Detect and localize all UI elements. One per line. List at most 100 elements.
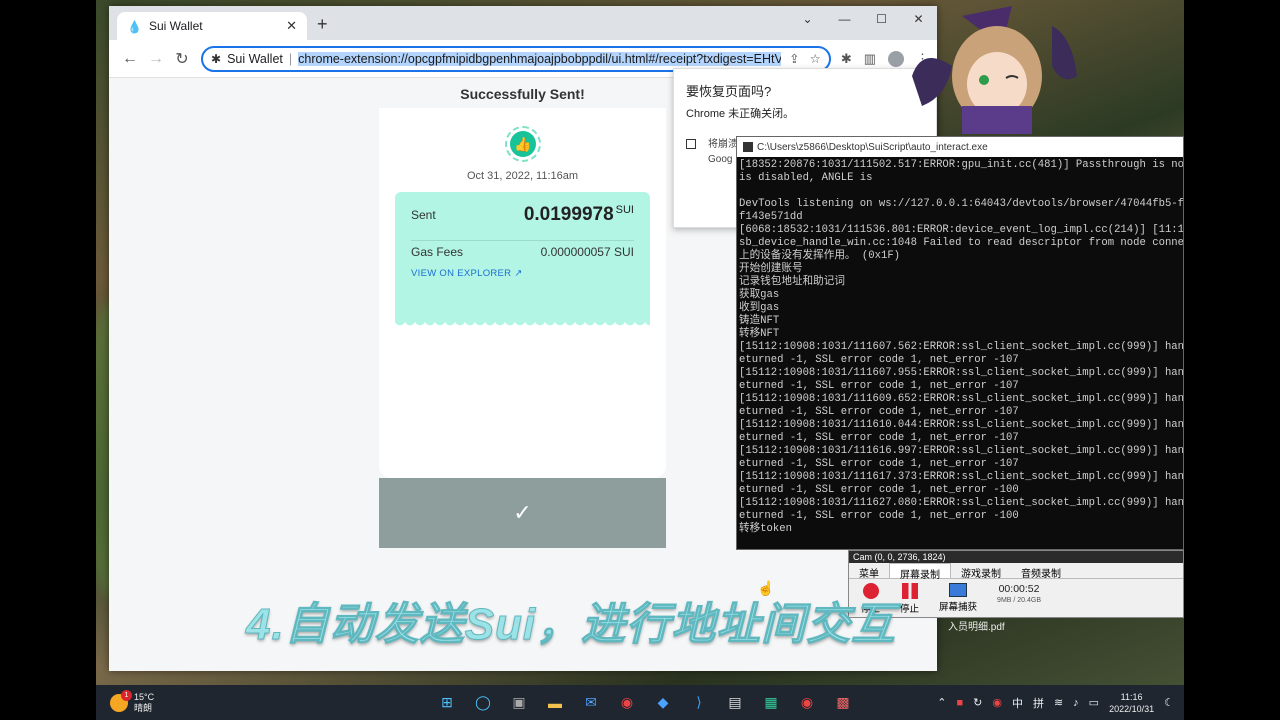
tab-title: Sui Wallet [149, 19, 203, 33]
restore-checkbox[interactable] [686, 139, 696, 149]
divider [411, 240, 634, 241]
transaction-date: Oct 31, 2022, 11:16am [466, 170, 579, 182]
gas-fees-value: 0.000000057 SUI [540, 245, 634, 259]
mouse-cursor-icon: ☝ [757, 580, 775, 596]
minimize-button[interactable]: — [826, 6, 863, 32]
page-title: Successfully Sent! [460, 86, 585, 102]
tab-game-record[interactable]: 游戏录制 [951, 563, 1011, 580]
omnibox-actions: ⇪ ☆ [781, 51, 821, 66]
console-title: C:\Users\z5866\Desktop\SuiScript\auto_in… [757, 141, 988, 153]
omnibox-site-name: Sui Wallet [227, 51, 283, 66]
desktop-file-label: 入员明细.pdf [948, 622, 1005, 633]
chrome-icon-2[interactable]: ◉ [796, 692, 818, 714]
receipt-card: 👍 Oct 31, 2022, 11:16am Sent 0.0199978 SU… [379, 108, 666, 478]
new-tab-button[interactable]: + [317, 14, 328, 35]
pause-button[interactable]: 停止 [900, 583, 919, 615]
console-output: [18352:20876:1031/111502.517:ERROR:gpu_i… [739, 159, 1183, 535]
search-icon[interactable]: ◯ [472, 692, 494, 714]
console-icon [743, 142, 753, 152]
notifications-icon[interactable]: ☾ [1164, 696, 1174, 709]
windows-start-icon[interactable]: ⊞ [436, 692, 458, 714]
chevron-up-icon[interactable]: ⌃ [937, 696, 946, 709]
recording-status: 00:00:52 9MB / 20.4GB [997, 583, 1041, 604]
mail-icon[interactable]: ✉ [580, 692, 602, 714]
taskbar: 1 15°C 晴朗 ⊞ ◯ ▣ ▬ ✉ ◉ ◆ ⟩ ▤ ▦ ◉ ▩ ⌃ ■ ↻ ◉… [96, 685, 1184, 720]
forward-arrow-icon[interactable]: → [143, 50, 169, 68]
sun-icon: 1 [110, 689, 132, 712]
temperature: 15°C [134, 691, 155, 702]
extensions-icon[interactable]: ✱ [841, 51, 852, 67]
restore-body: Chrome 未正确关闭。 [686, 108, 795, 120]
weather-widget[interactable]: 1 15°C 晴朗 [96, 689, 154, 714]
sent-unit: SUI [615, 204, 634, 216]
notification-badge: 1 [121, 689, 132, 701]
tab-menu[interactable]: 菜单 [849, 563, 889, 580]
url-text[interactable]: chrome-extension://opcgpfmipidbgpenhmajo… [298, 51, 782, 66]
close-icon[interactable]: ✕ [286, 18, 297, 34]
done-button[interactable]: ✓ [379, 478, 666, 548]
chevron-down-icon[interactable]: ⌄ [789, 6, 826, 32]
task-view-icon[interactable]: ▣ [508, 692, 530, 714]
sent-label: Sent [411, 208, 436, 222]
ime-mode-indicator[interactable]: 拼 [1033, 695, 1044, 711]
explorer-link-text: VIEW ON EXPLORER [411, 268, 512, 279]
weather-text: 15°C 晴朗 [134, 692, 154, 714]
notepad-icon[interactable]: ▦ [760, 692, 782, 714]
screen-recorder: Cam (0, 0, 2736, 1824) 菜单 屏幕录制 游戏录制 音频录制… [848, 550, 1184, 618]
clock-date: 2022/10/31 [1109, 703, 1155, 714]
terminal-icon[interactable]: ▤ [724, 692, 746, 714]
clock[interactable]: 11:16 2022/10/31 [1109, 691, 1154, 715]
external-link-icon: ↗ [514, 268, 523, 279]
puzzle-icon: ✱ [211, 51, 222, 66]
tray-app-icon[interactable]: ■ [956, 697, 963, 709]
ime-indicator[interactable]: 中 [1012, 695, 1023, 711]
tab-audio-record[interactable]: 音频录制 [1011, 563, 1071, 580]
back-arrow-icon[interactable]: ← [117, 50, 143, 68]
record-tray-icon[interactable]: ◉ [992, 696, 1002, 709]
mascot-sticker-icon [912, 6, 1077, 134]
video-caption: 4.自动发送Sui，进行地址间交互 [245, 600, 897, 650]
weather-condition: 晴朗 [134, 702, 153, 713]
share-icon[interactable]: ⇪ [789, 51, 799, 66]
vscode-icon[interactable]: ⟩ [688, 692, 710, 714]
recorder-title: Cam (0, 0, 2736, 1824) [849, 551, 1183, 563]
tab-screen-record[interactable]: 屏幕录制 [889, 563, 951, 581]
app-icon[interactable]: ◆ [652, 692, 674, 714]
success-badge: 👍 [505, 126, 541, 162]
pause-label: 停止 [900, 604, 920, 615]
chrome-icon[interactable]: ◉ [616, 692, 638, 714]
browser-tab[interactable]: 💧 Sui Wallet ✕ [117, 12, 307, 40]
taskbar-apps: ⊞ ◯ ▣ ▬ ✉ ◉ ◆ ⟩ ▤ ▦ ◉ ▩ [436, 692, 854, 714]
monitor-icon [949, 583, 968, 597]
sent-amount-value: 0.0199978 [523, 204, 614, 225]
system-tray: ⌃ ■ ↻ ◉ 中 拼 ≋ ♪ ▭ 11:16 2022/10/31 ☾ [937, 691, 1174, 715]
recording-size: 9MB / 20.4GB [997, 597, 1042, 604]
sui-drop-icon: 💧 [127, 20, 142, 34]
recording-time: 00:00:52 [998, 583, 1040, 595]
side-panel-icon[interactable]: ▥ [864, 51, 876, 67]
sync-icon[interactable]: ↻ [973, 696, 982, 709]
desktop: 💧 Sui Wallet ✕ + ⌄ — ☐ ✕ ← → ↻ ✱ Sui Wal… [96, 0, 1184, 720]
wifi-icon[interactable]: ≋ [1054, 696, 1063, 709]
clock-time: 11:16 [1120, 691, 1143, 702]
recorder-app-icon[interactable]: ▩ [832, 692, 854, 714]
volume-icon[interactable]: ♪ [1073, 697, 1079, 709]
recorder-tabs: 菜单 屏幕录制 游戏录制 音频录制 [849, 563, 1183, 581]
console-window: C:\Users\z5866\Desktop\SuiScript\auto_in… [736, 136, 1184, 550]
pause-icon [901, 583, 918, 599]
sent-amount: 0.0199978 SUI [524, 204, 634, 226]
view-on-explorer-link[interactable]: VIEW ON EXPLORER ↗ [411, 268, 523, 279]
receipt-summary: Sent 0.0199978 SUI Gas Fees 0.000000057 S… [395, 192, 650, 328]
thumbs-up-icon: 👍 [510, 131, 536, 157]
recorder-controls: 停止 停止 屏幕捕获 00:00:52 9MB / 20.4GB [849, 579, 1183, 619]
battery-icon[interactable]: ▭ [1089, 696, 1099, 709]
capture-button[interactable]: 屏幕捕获 [939, 583, 977, 613]
star-icon[interactable]: ☆ [810, 51, 821, 66]
capture-label: 屏幕捕获 [939, 602, 978, 613]
maximize-button[interactable]: ☐ [863, 6, 900, 32]
file-explorer-icon[interactable]: ▬ [544, 692, 566, 714]
restore-title: 要恢复页面吗? [686, 84, 772, 99]
gas-fees-label: Gas Fees [411, 245, 464, 259]
reload-icon[interactable]: ↻ [169, 49, 195, 69]
omnibox-separator: | [288, 51, 293, 66]
